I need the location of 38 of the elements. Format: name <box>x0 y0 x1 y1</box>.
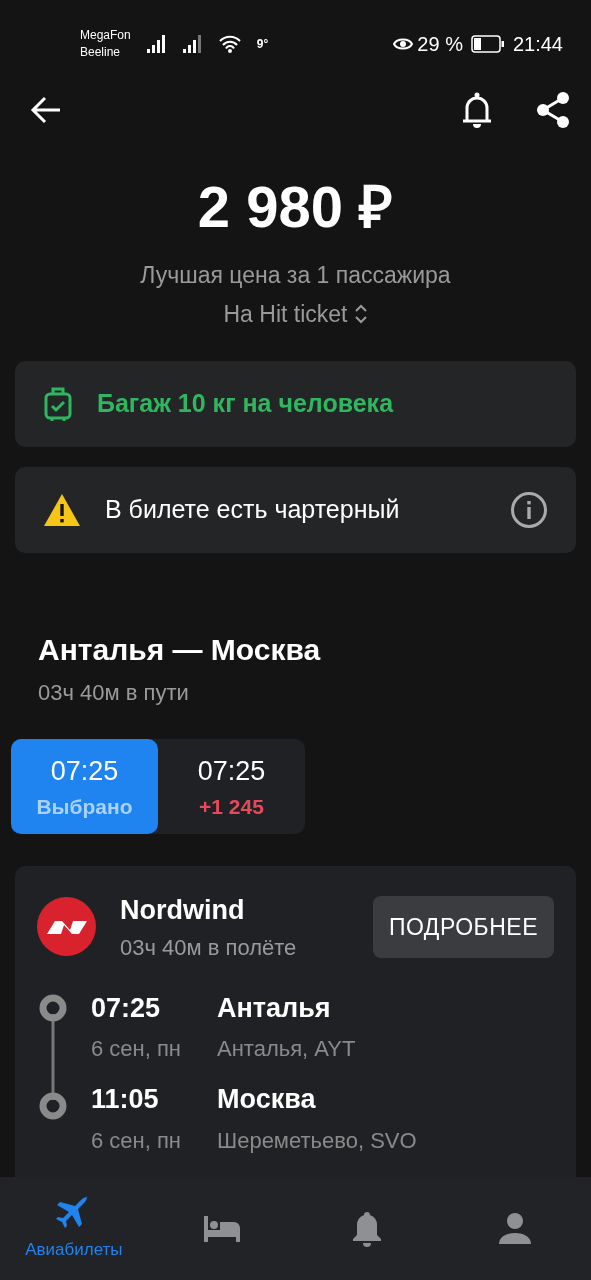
share-icon[interactable] <box>535 91 571 129</box>
carrier-name: Beeline <box>80 44 122 61</box>
carrier-name: MegaFon <box>80 26 131 44</box>
route-duration: 03ч 40м в пути <box>38 679 190 707</box>
warning-icon <box>43 493 81 527</box>
notice-text: В билете есть чартерный <box>105 494 401 526</box>
details-button[interactable]: ПОДРОБНЕЕ <box>372 895 554 958</box>
departure-option[interactable]: 07:25 +1 245 <box>158 739 305 834</box>
signal-icon <box>146 35 167 53</box>
stop-time: 11:05 <box>91 1083 160 1116</box>
stop-time: 07:25 <box>91 991 162 1025</box>
stop-date: 6 сен, пн <box>91 1126 183 1155</box>
price-caption: Лучшая цена за 1 пассажира <box>139 261 452 290</box>
stop-date: 6 сен, пн <box>91 1035 183 1063</box>
price-text: 2 980 ₽ <box>196 178 395 236</box>
suitcase-icon <box>43 386 73 422</box>
source-selector[interactable]: На Hit ticket <box>223 296 368 331</box>
temperature-text: 9° <box>256 36 269 53</box>
route-title: Анталья — Москва <box>38 632 322 668</box>
eye-icon <box>393 36 414 52</box>
battery-icon <box>470 35 505 53</box>
stop-airport: Шереметьево, SVO <box>217 1126 417 1155</box>
flight-duration: 03ч 40м в полёте <box>120 933 298 962</box>
stop-city: Москва <box>217 1083 316 1116</box>
stop-airport: Анталья, AYT <box>217 1035 356 1063</box>
notice-text: Багаж 10 кг на человека <box>97 388 395 420</box>
clock-text: 21:44 <box>512 32 563 57</box>
airline-logo <box>37 897 96 957</box>
wifi-icon <box>218 35 241 53</box>
sort-icon <box>355 302 368 325</box>
signal-icon <box>182 35 203 53</box>
bell-icon[interactable] <box>461 91 493 129</box>
airline-name: Nordwind <box>120 894 246 927</box>
departure-option[interactable]: 07:25 Выбрано <box>11 739 158 834</box>
stop-city: Анталья <box>217 991 331 1025</box>
battery-percent: 29 % <box>417 32 463 57</box>
back-icon[interactable] <box>30 96 62 124</box>
info-icon[interactable] <box>510 491 548 529</box>
